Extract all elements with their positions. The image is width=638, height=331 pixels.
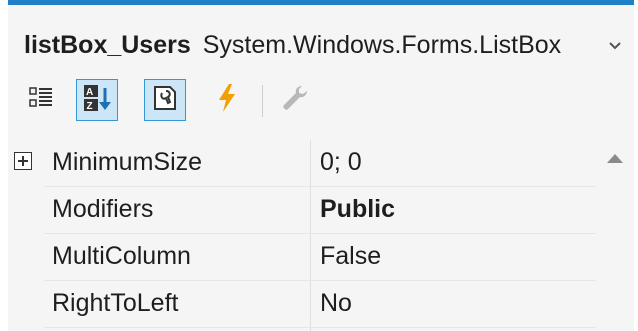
property-value[interactable]: Public (320, 195, 395, 224)
events-lightning-icon (214, 83, 240, 118)
object-type: System.Windows.Forms.ListBox (202, 30, 562, 59)
alphabetical-button[interactable]: A Z (76, 79, 118, 121)
property-grid: MinimumSize 0; 0 Modifiers Public MultiC… (8, 140, 634, 331)
property-name: MinimumSize (52, 148, 203, 176)
vertical-scrollbar[interactable] (596, 140, 634, 331)
scroll-up-arrow-icon[interactable] (606, 152, 624, 164)
property-value[interactable]: No (320, 289, 352, 318)
property-pages-wrench-icon (280, 83, 310, 118)
toolbar-separator (262, 85, 263, 117)
svg-text:A: A (86, 87, 93, 98)
property-row-multicolumn[interactable]: MultiColumn False (8, 234, 596, 280)
row-separator (44, 327, 596, 328)
property-value[interactable]: False (320, 242, 381, 271)
svg-text:Z: Z (87, 101, 93, 112)
property-pages-button[interactable] (274, 79, 316, 121)
properties-toolbar: A Z (8, 75, 634, 127)
properties-button[interactable] (144, 79, 186, 121)
property-name: Modifiers (52, 195, 154, 223)
properties-icon (150, 83, 180, 118)
alphabetical-sort-icon: A Z (82, 83, 112, 118)
property-name: MultiColumn (52, 242, 191, 270)
properties-window: listBox_Users System.Windows.Forms.ListB… (8, 5, 634, 331)
object-name: listBox_Users (24, 30, 191, 59)
property-value[interactable]: 0; 0 (320, 148, 362, 177)
property-name: RightToLeft (52, 289, 179, 317)
property-row-righttoleft[interactable]: RightToLeft No (8, 281, 596, 327)
categorized-icon (27, 84, 55, 117)
property-row-minimumsize[interactable]: MinimumSize 0; 0 (8, 140, 596, 186)
events-button[interactable] (206, 79, 248, 121)
chevron-down-icon[interactable] (604, 32, 626, 58)
object-selector[interactable]: listBox_Users System.Windows.Forms.ListB… (8, 23, 634, 67)
property-row-modifiers[interactable]: Modifiers Public (8, 187, 596, 233)
expand-plus-icon[interactable] (14, 152, 32, 170)
categorized-button[interactable] (20, 79, 62, 121)
